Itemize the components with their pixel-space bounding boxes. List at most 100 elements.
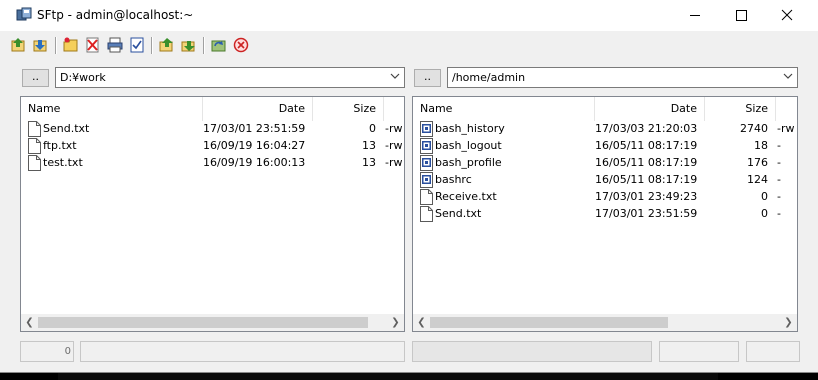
text-file-icon xyxy=(28,121,41,137)
file-date: 17/03/03 21:20:03 xyxy=(595,122,698,135)
column-header-name[interactable]: Name xyxy=(28,97,60,121)
sync-icon[interactable] xyxy=(210,36,228,54)
toolbar xyxy=(0,34,818,58)
file-date: 16/05/11 08:17:19 xyxy=(595,173,698,186)
remote-path-combobox[interactable]: /home/admin xyxy=(447,67,798,88)
file-size: 13 xyxy=(362,139,376,152)
local-path-combobox[interactable]: D:¥work xyxy=(55,67,405,88)
file-row[interactable]: bash_profile 16/05/11 08:17:19 176- xyxy=(413,155,797,172)
status-count-text: 0 xyxy=(64,346,71,357)
file-date: 16/09/19 16:00:13 xyxy=(203,156,306,169)
remote-list-header: Name Date Size xyxy=(413,97,797,121)
file-size: 2740 xyxy=(740,122,768,135)
file-size: 0 xyxy=(761,190,768,203)
system-file-icon xyxy=(420,138,433,154)
remote-horizontal-scrollbar[interactable]: ❮ ❯ xyxy=(413,314,797,331)
file-attributes: -rw xyxy=(385,122,403,135)
file-attributes: -rw xyxy=(385,156,403,169)
status-remote-progress xyxy=(412,341,652,362)
download-icon[interactable] xyxy=(32,36,50,54)
maximize-button[interactable] xyxy=(718,0,764,31)
file-size: 0 xyxy=(761,207,768,220)
file-date: 17/03/01 23:51:59 xyxy=(203,122,306,135)
toolbar-separator xyxy=(55,37,57,54)
file-date: 16/09/19 16:04:27 xyxy=(203,139,306,152)
status-local-progress xyxy=(80,341,405,362)
scroll-left-icon[interactable]: ❮ xyxy=(21,314,38,331)
local-up-button[interactable]: .. xyxy=(22,69,49,87)
local-list-header: Name Date Size xyxy=(21,97,404,121)
text-file-icon xyxy=(28,155,41,171)
file-attributes: - xyxy=(777,173,781,186)
download-all-icon[interactable] xyxy=(180,36,198,54)
chevron-down-icon[interactable] xyxy=(783,71,793,84)
column-header-date[interactable]: Date xyxy=(595,97,697,121)
properties-icon[interactable] xyxy=(128,36,146,54)
scroll-right-icon[interactable]: ❯ xyxy=(387,314,404,331)
file-size: 124 xyxy=(747,173,768,186)
file-attributes: - xyxy=(777,190,781,203)
file-date: 16/05/11 08:17:19 xyxy=(595,139,698,152)
sftp-window: SFtp - admin@localhost:~ .. D:¥work .. /… xyxy=(0,0,818,373)
text-file-icon xyxy=(420,206,433,222)
file-row[interactable]: ftp.txt 16/09/19 16:04:27 13 -rw xyxy=(21,138,404,155)
file-attributes: -rw xyxy=(777,122,795,135)
column-divider[interactable] xyxy=(383,97,384,121)
toolbar-separator xyxy=(203,37,205,54)
file-row[interactable]: bash_history 17/03/03 21:20:03 2740 -rw xyxy=(413,121,797,138)
file-name: bash_profile xyxy=(435,156,502,169)
file-date: 16/05/11 08:17:19 xyxy=(595,156,698,169)
file-row[interactable]: bashrc 16/05/11 08:17:19 124- xyxy=(413,172,797,189)
file-row[interactable]: test.txt 16/09/19 16:00:13 13 -rw xyxy=(21,155,404,172)
column-divider[interactable] xyxy=(775,97,776,121)
window-title: SFtp - admin@localhost:~ xyxy=(37,8,194,22)
delete-icon[interactable] xyxy=(84,36,102,54)
scrollbar-thumb[interactable] xyxy=(38,317,368,328)
desktop-background xyxy=(58,373,718,380)
column-header-size[interactable]: Size xyxy=(313,97,376,121)
new-folder-icon[interactable] xyxy=(62,36,80,54)
file-name: bash_history xyxy=(435,122,505,135)
upload-all-icon[interactable] xyxy=(158,36,176,54)
scrollbar-thumb[interactable] xyxy=(430,317,668,328)
file-name: bashrc xyxy=(435,173,472,186)
chevron-down-icon[interactable] xyxy=(390,71,400,84)
file-row[interactable]: Send.txt 17/03/01 23:51:59 0- xyxy=(413,206,797,223)
remote-file-list[interactable]: Name Date Size bash_history 17/03/03 21:2… xyxy=(412,96,798,332)
system-file-icon xyxy=(420,155,433,171)
print-icon[interactable] xyxy=(106,36,124,54)
column-header-size[interactable]: Size xyxy=(705,97,768,121)
file-row[interactable]: Send.txt 17/03/01 23:51:59 0 -rw xyxy=(21,121,404,138)
scroll-left-icon[interactable]: ❮ xyxy=(413,314,430,331)
remote-up-button[interactable]: .. xyxy=(414,69,441,87)
file-row[interactable]: Receive.txt 17/03/01 23:49:23 0- xyxy=(413,189,797,206)
file-name: bash_logout xyxy=(435,139,502,152)
minimize-button[interactable] xyxy=(672,0,718,31)
file-name: Receive.txt xyxy=(435,190,497,203)
status-remote-extra xyxy=(746,341,800,362)
text-file-icon xyxy=(420,189,433,205)
column-header-name[interactable]: Name xyxy=(420,97,452,121)
remote-path-text: /home/admin xyxy=(452,71,526,84)
system-file-icon xyxy=(420,172,433,188)
close-button[interactable] xyxy=(764,0,810,31)
file-name: test.txt xyxy=(43,156,83,169)
file-row[interactable]: bash_logout 16/05/11 08:17:19 18- xyxy=(413,138,797,155)
file-attributes: -rw xyxy=(385,139,403,152)
column-header-date[interactable]: Date xyxy=(203,97,305,121)
file-name: ftp.txt xyxy=(43,139,77,152)
file-attributes: - xyxy=(777,156,781,169)
file-date: 17/03/01 23:51:59 xyxy=(595,207,698,220)
local-horizontal-scrollbar[interactable]: ❮ ❯ xyxy=(21,314,404,331)
title-bar[interactable]: SFtp - admin@localhost:~ xyxy=(0,0,818,31)
disconnect-icon[interactable] xyxy=(232,36,250,54)
file-attributes: - xyxy=(777,139,781,152)
toolbar-separator xyxy=(151,37,153,54)
file-size: 13 xyxy=(362,156,376,169)
upload-icon[interactable] xyxy=(10,36,28,54)
status-remote-info xyxy=(659,341,739,362)
file-date: 17/03/01 23:49:23 xyxy=(595,190,698,203)
local-file-list[interactable]: Name Date Size Send.txt 17/03/01 23:51:59… xyxy=(20,96,405,332)
sftp-app-icon xyxy=(16,7,32,23)
scroll-right-icon[interactable]: ❯ xyxy=(780,314,797,331)
